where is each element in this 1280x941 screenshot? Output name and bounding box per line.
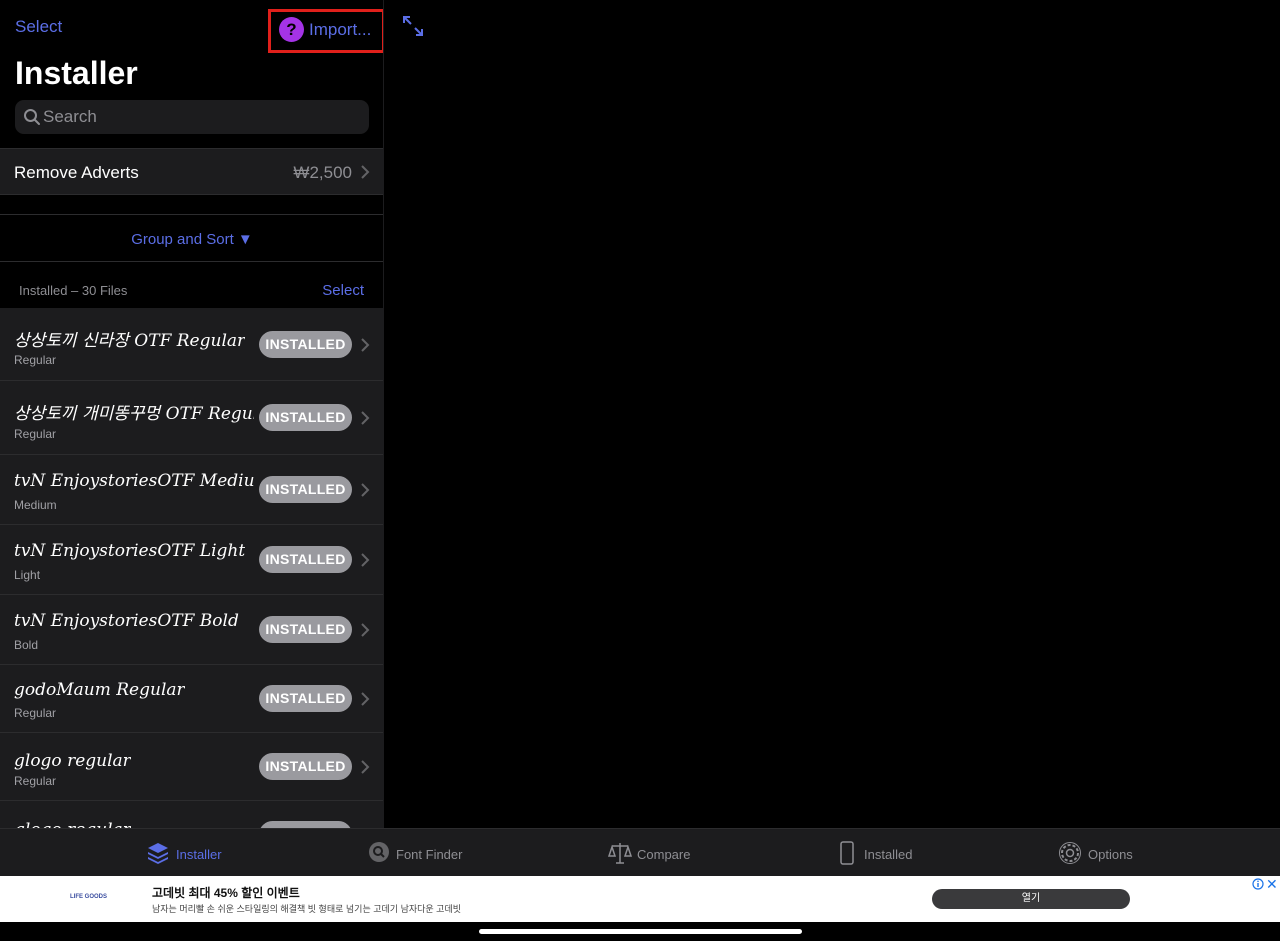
tab-compare[interactable]: Compare [608,829,708,877]
ad-open-button[interactable]: 열기 [932,889,1130,909]
magnifier-icon [369,842,389,862]
font-list: 상상토끼 신라장 OTF Regular Regular INSTALLED 상… [0,308,383,828]
ad-banner[interactable]: LIFE GOODS 고데빗 최대 45% 할인 이벤트 남자는 머리빨 손 쉬… [0,876,1280,922]
font-name: 상상토끼 신라장 OTF Regular [14,331,246,351]
tab-label: Compare [637,847,691,862]
font-style: Regular [14,353,57,367]
font-name: 상상토끼 개미똥꾸멍 OTF Regular [14,404,254,424]
list-item[interactable]: glogo regular Regular INSTALLED [0,733,383,801]
chevron-right-icon [361,338,370,352]
chevron-right-icon [361,623,370,637]
font-name: tvN EnjoystoriesOTF Bold [14,611,239,631]
font-name: godoMaum Regular [14,680,185,700]
list-item[interactable]: 상상토끼 신라장 OTF Regular Regular INSTALLED [0,308,383,381]
chevron-right-icon [361,692,370,706]
chevron-right-icon [361,760,370,774]
tab-font-finder[interactable]: Font Finder [368,829,478,877]
font-style: Regular [14,706,57,720]
installed-badge [259,821,352,828]
chevron-right-icon [361,411,370,425]
installed-badge: INSTALLED [259,546,352,573]
list-item[interactable]: godoMaum Regular Regular INSTALLED [0,665,383,733]
scales-icon [608,843,632,864]
tab-label: Installed [864,847,913,862]
tab-label: Installer [176,847,222,862]
installed-badge: INSTALLED [259,404,352,431]
installed-badge: INSTALLED [259,476,352,503]
expand-icon[interactable] [402,15,424,37]
import-button[interactable]: ? Import... [268,9,383,53]
group-and-sort-button[interactable]: Group and Sort ▼ [131,231,253,248]
chevron-right-icon [361,165,370,179]
chevron-right-icon [361,553,370,567]
remove-adverts-price: ₩2,500 [293,163,352,182]
ad-title: 고데빗 최대 45% 할인 이벤트 [152,886,300,900]
list-item[interactable]: tvN EnjoystoriesOTF Bold Bold INSTALLED [0,595,383,665]
info-icon[interactable] [1252,878,1264,890]
installed-count: Installed – 30 Files [19,283,128,298]
tab-installer[interactable]: Installer [146,829,236,877]
search-input[interactable] [43,100,353,134]
installed-badge: INSTALLED [259,331,352,358]
remove-adverts-row[interactable]: Remove Adverts ₩2,500 [0,148,383,195]
tab-label: Font Finder [396,847,463,862]
section-select-button[interactable]: Select [322,282,364,299]
close-icon[interactable]: ✕ [1266,876,1278,893]
sidebar: Select ? Import... Installer Remove Adve… [0,0,384,828]
font-style: Medium [14,498,57,512]
phone-icon [840,841,854,865]
tab-installed[interactable]: Installed [838,829,928,877]
stack-icon [148,843,168,864]
remove-adverts-label: Remove Adverts [14,163,139,182]
tab-options[interactable]: Options [1058,829,1148,877]
list-item[interactable]: glogo regular [0,801,383,828]
tab-bar: Installer Font Finder Compare Installed [0,828,1280,876]
font-style: Regular [14,427,57,441]
installed-badge: INSTALLED [259,753,352,780]
font-style: Light [14,568,41,582]
chevron-right-icon [361,483,370,497]
font-style: Bold [14,638,39,652]
ad-description: 남자는 머리빨 손 쉬운 스타일링의 해결책 빗 형태로 넘기는 고데기 남자다… [152,904,462,914]
page-title: Installer [15,55,138,91]
font-name: glogo regular [14,820,131,828]
nav-bar: Select ? Import... [0,0,383,56]
section-header: Installed – 30 Files Select [0,262,383,308]
home-indicator [479,929,802,934]
font-style: Regular [14,774,57,788]
nav-select-button[interactable]: Select [15,17,62,37]
ad-logo: LIFE GOODS [70,894,108,900]
installed-badge: INSTALLED [259,685,352,712]
import-label: Import... [309,20,372,39]
search-bar[interactable] [15,100,369,134]
tab-label: Options [1088,847,1133,862]
list-item[interactable]: tvN EnjoystoriesOTF Medium Medium INSTAL… [0,455,383,525]
gear-icon [1059,842,1081,864]
search-icon [24,109,40,125]
list-item[interactable]: 상상토끼 개미똥꾸멍 OTF Regular Regular INSTALLED [0,381,383,455]
list-item[interactable]: tvN EnjoystoriesOTF Light Light INSTALLE… [0,525,383,595]
help-icon[interactable]: ? [279,17,304,42]
font-name: glogo regular [14,751,131,771]
font-name: tvN EnjoystoriesOTF Light [14,541,246,561]
group-and-sort-row: Group and Sort ▼ [0,214,383,262]
font-name: tvN EnjoystoriesOTF Medium [14,471,254,491]
installed-badge: INSTALLED [259,616,352,643]
